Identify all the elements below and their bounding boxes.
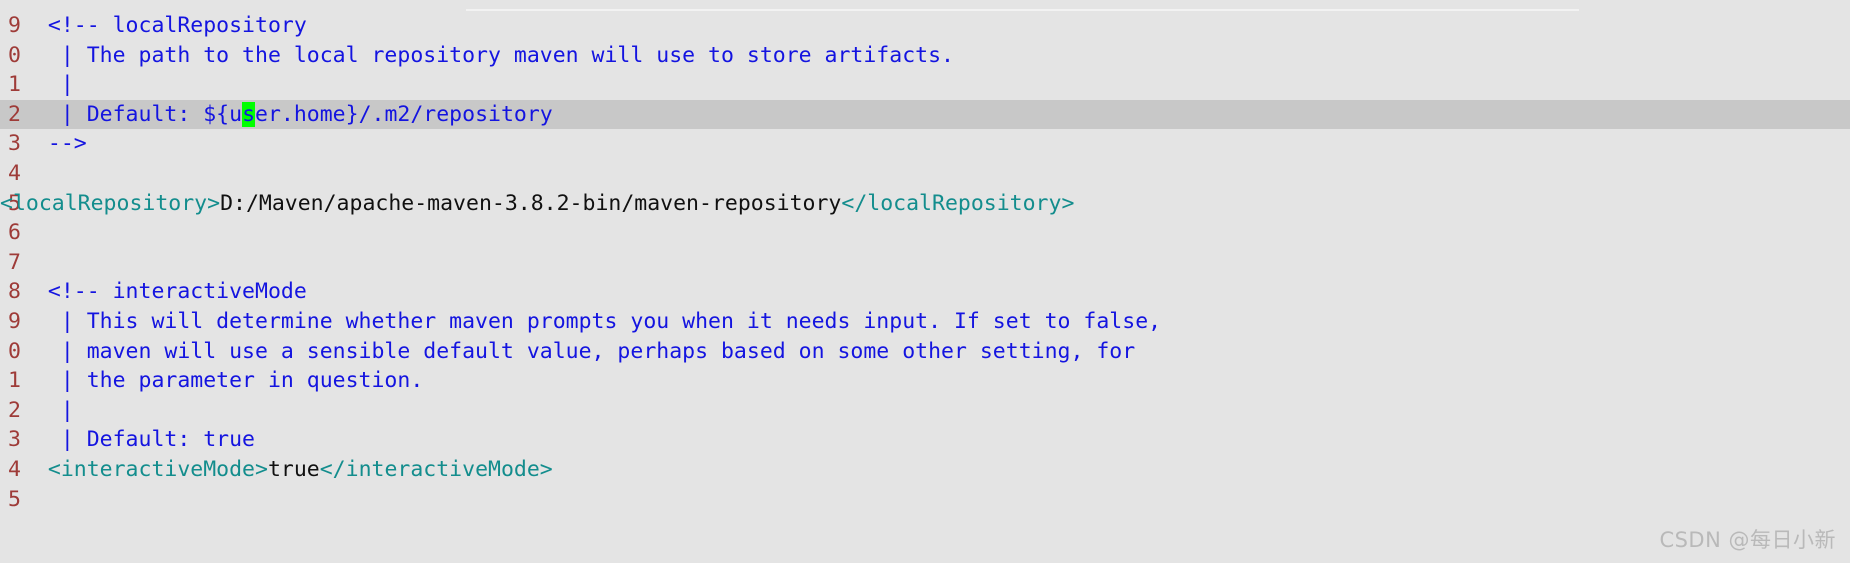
code-text[interactable]: <interactiveMode>true</interactiveMode> (22, 455, 553, 485)
code-text[interactable]: | the parameter in question. (22, 366, 423, 396)
line-number: 9 (8, 13, 21, 38)
code-token: | (22, 72, 74, 98)
line-number: 0 (8, 42, 21, 68)
code-line[interactable]: 8 <!-- interactiveMode (0, 277, 1850, 307)
code-text[interactable]: | This will determine whether maven prom… (22, 307, 1161, 337)
code-text[interactable]: | (22, 70, 74, 100)
code-line[interactable]: 4 <interactiveMode>true</interactiveMode… (0, 455, 1850, 485)
code-token: </localRepository> (841, 190, 1075, 216)
line-number: 6 (8, 220, 21, 246)
code-text[interactable]: | The path to the local repository maven… (22, 41, 954, 71)
line-number: 8 (8, 279, 21, 305)
line-number: 2 (8, 397, 21, 423)
line-number: 4 (8, 160, 21, 186)
line-number: 1 (8, 72, 21, 98)
code-text[interactable]: <!-- localRepository (22, 11, 307, 41)
line-number: 5 (8, 486, 21, 512)
code-line[interactable]: 4 (0, 159, 1850, 189)
code-line[interactable]: 1 | (0, 70, 1850, 100)
code-line[interactable]: 1 | the parameter in question. (0, 366, 1850, 396)
line-number: 7 (8, 249, 21, 275)
code-line[interactable]: 9 | This will determine whether maven pr… (0, 307, 1850, 337)
code-line[interactable]: 2 | Default: ${user.home}/.m2/repository (0, 99, 1850, 130)
code-lines[interactable]: 9 <!-- localRepository 0 | The path to th… (0, 11, 1850, 563)
line-number: 3 (8, 427, 21, 453)
code-text[interactable]: | maven will use a sensible default valu… (22, 337, 1135, 367)
code-line[interactable]: 6 (0, 218, 1850, 248)
code-line[interactable]: 3 | Default: true (0, 425, 1850, 455)
code-line[interactable]: 2 | (0, 396, 1850, 426)
schema-location-line: xsi:schemaLocation="http://maven.apache.… (0, 0, 1850, 11)
code-line[interactable]: 5 <localRepository>D:/Maven/apache-maven-… (0, 189, 1850, 219)
code-line[interactable]: 0 | The path to the local repository mav… (0, 41, 1850, 71)
code-token: | The path to the local repository maven… (22, 42, 954, 68)
code-token: D:/Maven/apache-maven-3.8.2-bin/maven-re… (220, 190, 842, 216)
code-text[interactable]: <localRepository>D:/Maven/apache-maven-3… (0, 189, 1074, 219)
code-token: | maven will use a sensible default valu… (22, 338, 1136, 364)
code-editor[interactable]: xsi:schemaLocation="http://maven.apache.… (0, 0, 1850, 563)
code-token: <!-- interactiveMode (22, 279, 307, 305)
code-token: er.home}/.m2/repository (255, 101, 553, 127)
code-line[interactable]: 0 | maven will use a sensible default va… (0, 337, 1850, 367)
code-token: | (22, 397, 74, 423)
code-token: true (267, 456, 320, 482)
code-text[interactable]: | Default: true (22, 425, 255, 455)
line-number: 1 (8, 368, 21, 394)
line-number: 3 (8, 131, 21, 157)
code-text[interactable]: | (22, 396, 74, 426)
code-token: --> (22, 131, 87, 157)
csdn-watermark: CSDN @每日小新 (1659, 528, 1836, 552)
code-text[interactable]: --> (22, 129, 87, 159)
code-token: | Default: ${u (22, 101, 243, 127)
code-line[interactable]: 5 (0, 485, 1850, 515)
code-text[interactable]: | Default: ${user.home}/.m2/repository (22, 100, 553, 130)
code-token: <interactiveMode> (22, 456, 268, 482)
line-number: 2 (8, 101, 21, 127)
line-number: 9 (8, 308, 21, 334)
code-token: | Default: true (22, 427, 255, 453)
code-text[interactable]: <!-- interactiveMode (22, 277, 307, 307)
code-line[interactable]: 9 <!-- localRepository (0, 11, 1850, 41)
code-line[interactable]: 7 (0, 248, 1850, 278)
code-token: <!-- localRepository (22, 13, 307, 38)
text-cursor: s (242, 101, 256, 127)
code-token: </interactiveMode> (319, 456, 553, 482)
code-line[interactable]: 3 --> (0, 129, 1850, 159)
code-token: | This will determine whether maven prom… (22, 308, 1162, 334)
code-token: | the parameter in question. (22, 368, 424, 394)
line-number: 0 (8, 338, 21, 364)
line-number: 4 (8, 456, 21, 482)
code-token: <localRepository> (0, 190, 221, 216)
